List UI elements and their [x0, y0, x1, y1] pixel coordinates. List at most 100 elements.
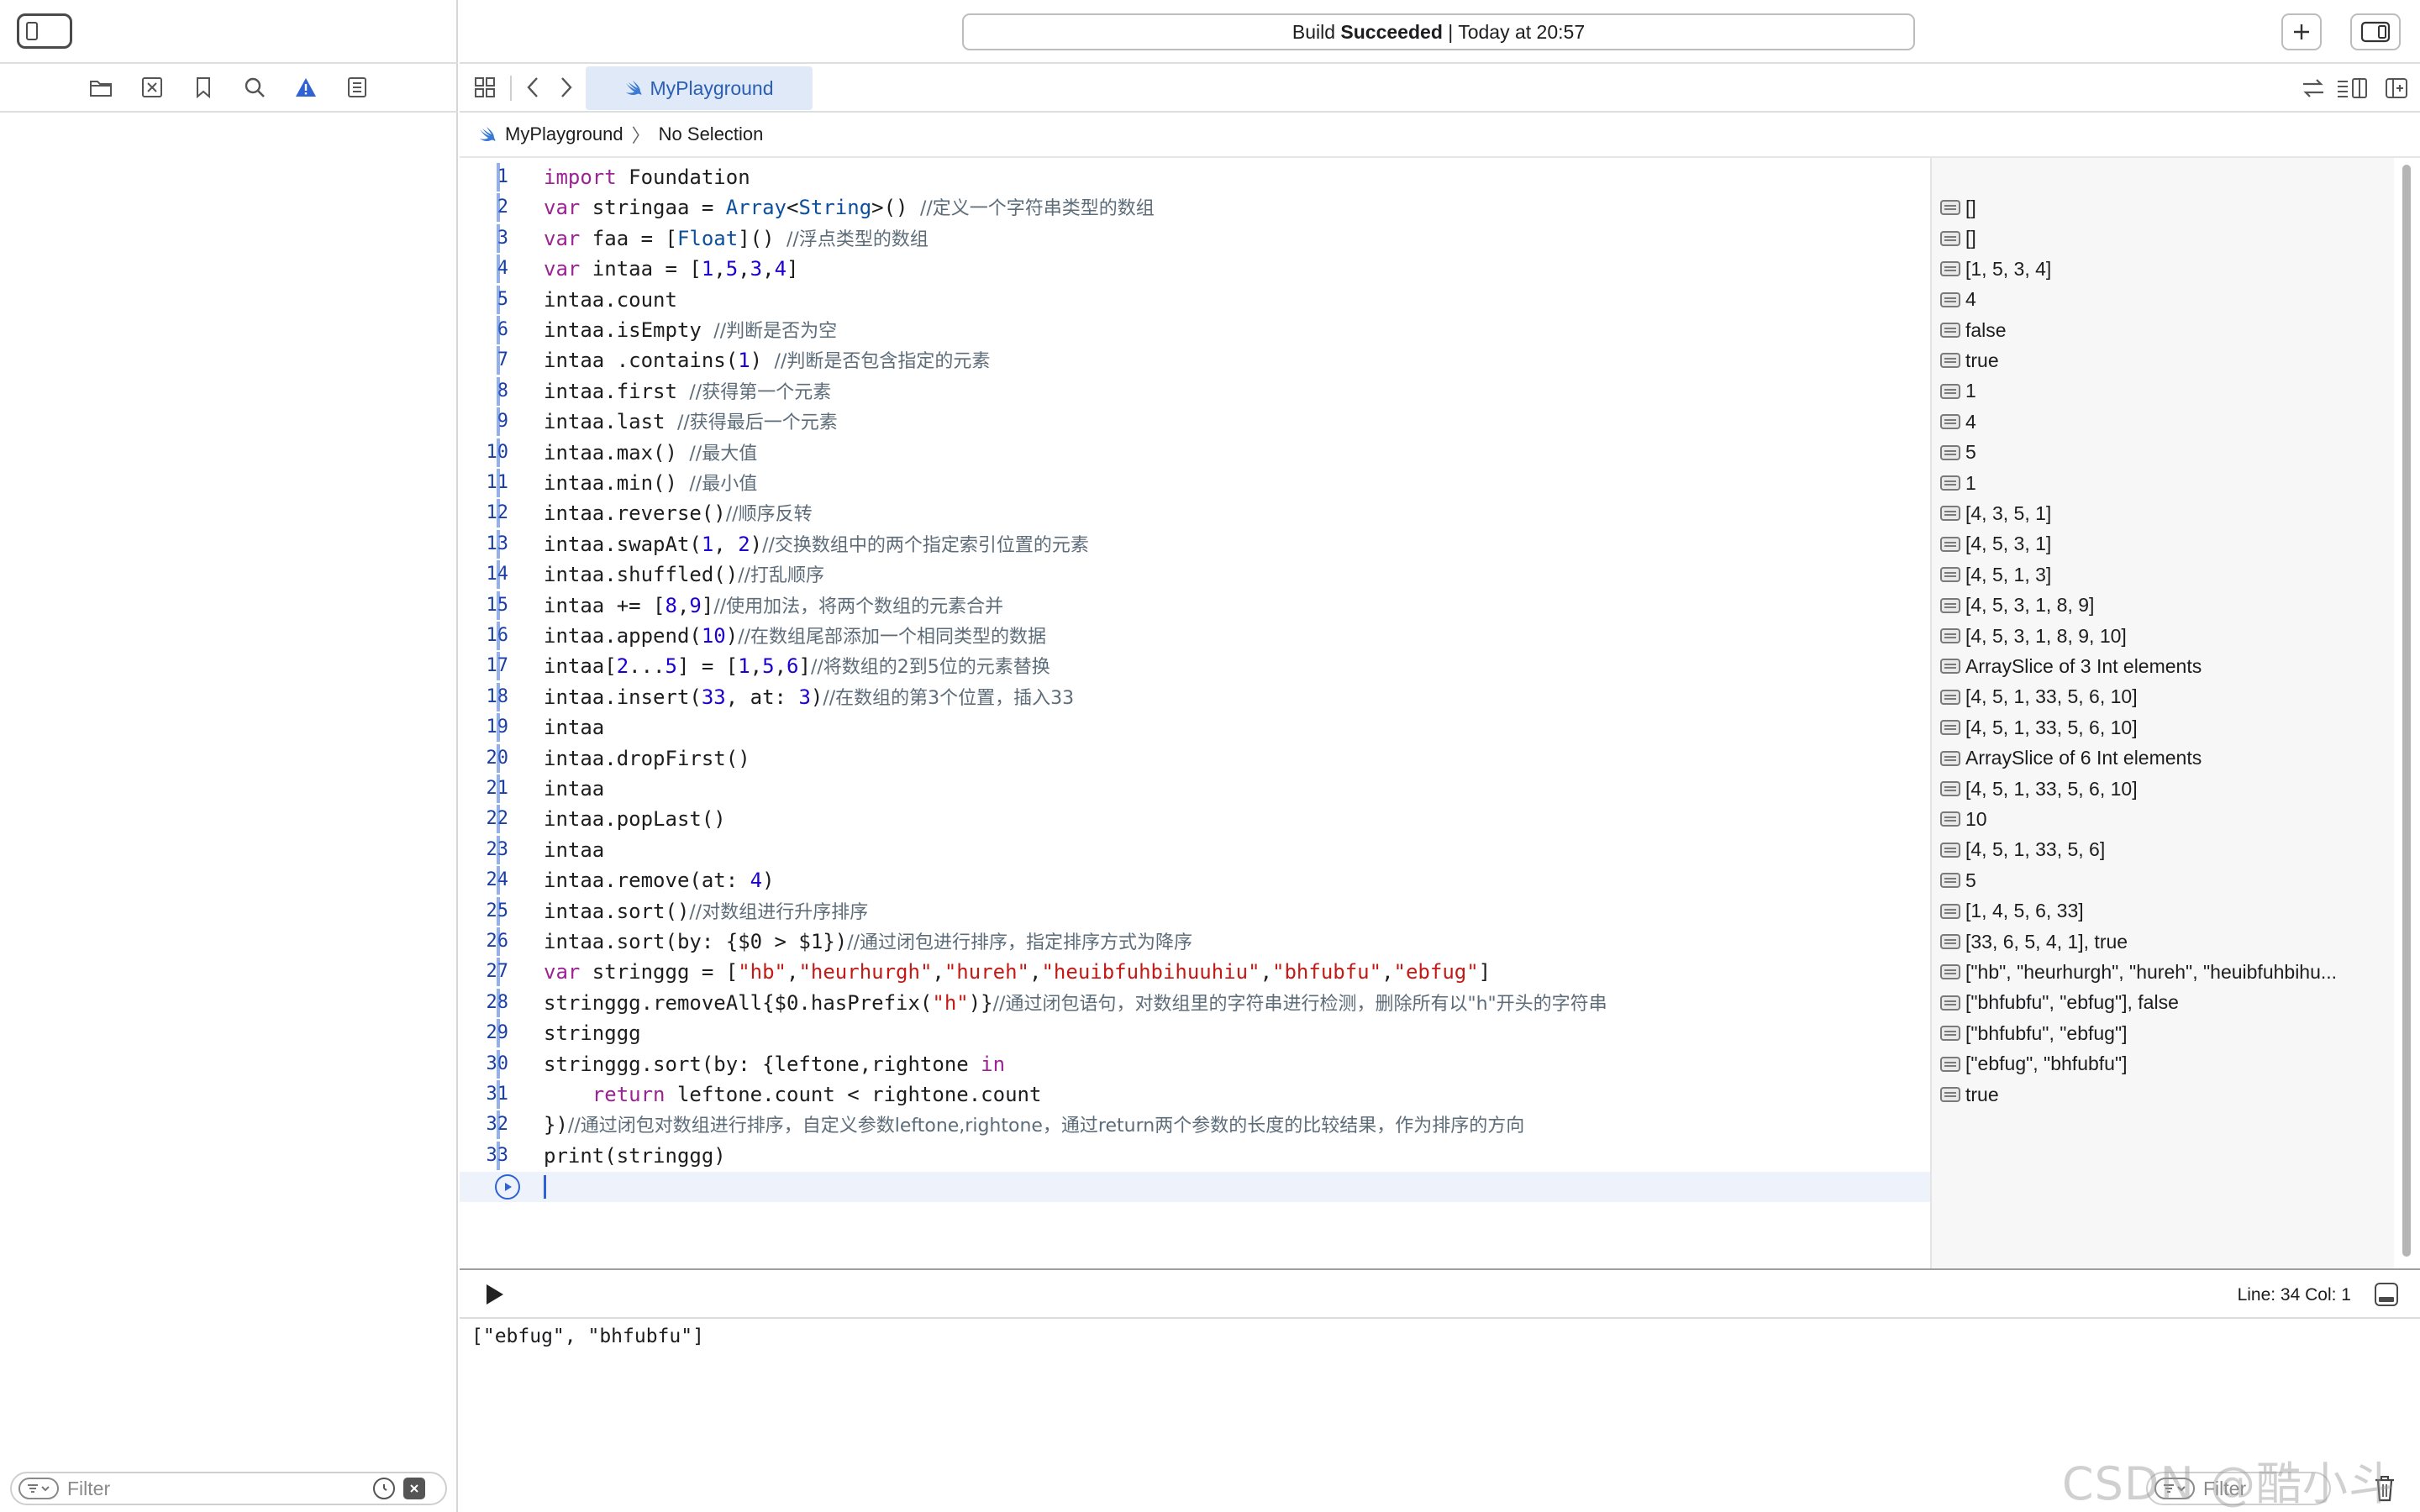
code-line[interactable]: 27 var stringgg = ["hb","heurhurgh","hure…: [460, 958, 1930, 987]
result-row[interactable]: ["hb", "heurhurgh", "hureh", "heuibfuhbi…: [1932, 958, 2396, 986]
quick-look-icon[interactable]: [1940, 291, 1960, 307]
quick-look-icon[interactable]: [1940, 842, 1960, 858]
result-row[interactable]: [4, 5, 1, 33, 5, 6, 10]: [1932, 683, 2396, 711]
code-editor[interactable]: 1 import Foundation 2 var stringaa = Array<…: [460, 158, 1930, 1268]
bookmark-icon[interactable]: [190, 74, 217, 101]
code-line[interactable]: 25 intaa.sort()//对数组进行升序排序: [460, 896, 1930, 926]
quick-look-icon[interactable]: [1940, 964, 1960, 980]
code-line[interactable]: 32})//通过闭包对数组进行排序，自定义参数leftone,rightone，…: [460, 1110, 1930, 1140]
result-row[interactable]: [4, 5, 1, 3]: [1932, 560, 2396, 589]
result-row[interactable]: ArraySlice of 3 Int elements: [1932, 652, 2396, 680]
result-row[interactable]: [4, 5, 1, 33, 5, 6, 10]: [1932, 774, 2396, 803]
result-row[interactable]: 10: [1932, 805, 2396, 833]
result-row[interactable]: [4, 5, 3, 1, 8, 9]: [1932, 591, 2396, 620]
result-row[interactable]: 4: [1932, 407, 2396, 436]
code-line[interactable]: 10 intaa.max() //最大值: [460, 438, 1930, 467]
result-row[interactable]: [1, 4, 5, 6, 33]: [1932, 897, 2396, 926]
quick-look-icon[interactable]: [1940, 720, 1960, 736]
quick-look-icon[interactable]: [1940, 353, 1960, 369]
result-row[interactable]: [4, 5, 1, 33, 5, 6, 10]: [1932, 713, 2396, 742]
source-control-icon[interactable]: [139, 74, 166, 101]
code-line[interactable]: 29 stringgg: [460, 1019, 1930, 1048]
filter-options-icon[interactable]: [18, 1478, 59, 1499]
result-row[interactable]: 1: [1932, 469, 2396, 497]
quick-look-icon[interactable]: [1940, 781, 1960, 796]
code-line[interactable]: 5 intaa.count: [460, 285, 1930, 314]
code-line[interactable]: 33 print(stringgg): [460, 1141, 1930, 1170]
navigator-filter-input[interactable]: [67, 1477, 370, 1500]
code-line[interactable]: 28 stringgg.removeAll{$0.hasPrefix("h")}/…: [460, 988, 1930, 1017]
result-row[interactable]: 4: [1932, 286, 2396, 314]
quick-look-icon[interactable]: [1940, 1056, 1960, 1072]
code-line[interactable]: 13 intaa.swapAt(1, 2)//交换数组中的两个指定索引位置的元素: [460, 529, 1930, 559]
result-row[interactable]: []: [1932, 224, 2396, 253]
code-line[interactable]: 18 intaa.insert(33, at: 3)//在数组的第3个位置，插入3…: [460, 682, 1930, 711]
code-line[interactable]: 2 var stringaa = Array<String>() //定义一个字符…: [460, 193, 1930, 223]
quick-look-icon[interactable]: [1940, 506, 1960, 522]
toggle-console-button[interactable]: [2375, 1283, 2398, 1306]
recent-files-icon[interactable]: [373, 1478, 395, 1499]
tab-myplayground[interactable]: MyPlayground: [586, 66, 813, 110]
result-row[interactable]: [4, 5, 1, 33, 5, 6]: [1932, 836, 2396, 864]
code-line[interactable]: 31 return leftone.count < rightone.count: [460, 1080, 1930, 1109]
quick-look-icon[interactable]: [1940, 200, 1960, 216]
result-row[interactable]: ["ebfug", "bhfubfu"]: [1932, 1050, 2396, 1079]
quick-look-icon[interactable]: [1940, 750, 1960, 766]
issue-icon[interactable]: [292, 74, 319, 101]
find-icon[interactable]: [241, 74, 268, 101]
code-line[interactable]: 14 intaa.shuffled()//打乱顺序: [460, 560, 1930, 590]
result-row[interactable]: [4, 5, 3, 1, 8, 9, 10]: [1932, 622, 2396, 650]
result-row[interactable]: ["bhfubfu", "ebfug"]: [1932, 1019, 2396, 1047]
related-items-icon[interactable]: [473, 76, 497, 103]
navigator-filter[interactable]: [10, 1472, 447, 1505]
result-row[interactable]: [33, 6, 5, 4, 1], true: [1932, 927, 2396, 956]
result-row[interactable]: 1: [1932, 377, 2396, 406]
quick-look-icon[interactable]: [1940, 414, 1960, 430]
quick-look-icon[interactable]: [1940, 1087, 1960, 1102]
quick-look-icon[interactable]: [1940, 536, 1960, 552]
code-line[interactable]: 26 intaa.sort(by: {$0 > $1})//通过闭包进行排序，指定…: [460, 927, 1930, 956]
quick-look-icon[interactable]: [1940, 230, 1960, 246]
result-row[interactable]: true: [1932, 1080, 2396, 1109]
quick-look-icon[interactable]: [1940, 689, 1960, 705]
result-row[interactable]: [4, 5, 3, 1]: [1932, 530, 2396, 559]
source-control-filter-icon[interactable]: [403, 1478, 425, 1499]
inspector-toggle-button[interactable]: [2350, 13, 2401, 50]
quick-look-icon[interactable]: [1940, 903, 1960, 919]
adjust-editor-icon[interactable]: [2301, 77, 2326, 103]
quick-look-icon[interactable]: [1940, 475, 1960, 491]
quick-look-icon[interactable]: [1940, 873, 1960, 889]
code-line[interactable]: 30 stringgg.sort(by: {leftone,rightone in: [460, 1049, 1930, 1079]
run-line-button[interactable]: [495, 1174, 520, 1200]
result-row[interactable]: [1, 5, 3, 4]: [1932, 255, 2396, 283]
result-row[interactable]: []: [1932, 193, 2396, 222]
folder-icon[interactable]: [87, 74, 114, 101]
code-line[interactable]: 16 intaa.append(10)//在数组尾部添加一个相同类型的数据: [460, 622, 1930, 650]
code-line[interactable]: 6 intaa.isEmpty //判断是否为空: [460, 316, 1930, 344]
result-row[interactable]: ArraySlice of 6 Int elements: [1932, 744, 2396, 773]
code-line[interactable]: 1 import Foundation: [460, 163, 1930, 192]
code-line[interactable]: 17 intaa[2...5] = [1,5,6]//将数组的2到5位的元素替换: [460, 652, 1930, 681]
breadcrumb-selection[interactable]: No Selection: [659, 123, 764, 145]
activity-viewer[interactable]: Build Succeeded | Today at 20:57: [962, 13, 1915, 50]
result-row[interactable]: 5: [1932, 866, 2396, 895]
quick-look-icon[interactable]: [1940, 261, 1960, 277]
quick-look-icon[interactable]: [1940, 597, 1960, 613]
result-row[interactable]: ["bhfubfu", "ebfug"], false: [1932, 989, 2396, 1017]
code-line[interactable]: 3 var faa = [Float]() //浮点类型的数组: [460, 223, 1930, 253]
code-line[interactable]: 20 intaa.dropFirst(): [460, 743, 1930, 773]
result-row[interactable]: 5: [1932, 438, 2396, 467]
quick-look-icon[interactable]: [1940, 1026, 1960, 1042]
code-line[interactable]: 9 intaa.last //获得最后一个元素: [460, 407, 1930, 437]
result-row[interactable]: true: [1932, 346, 2396, 375]
editor-options-icon[interactable]: [2336, 77, 2368, 103]
scrollbar-thumb[interactable]: [2402, 165, 2411, 1257]
quick-look-icon[interactable]: [1940, 444, 1960, 460]
sidebar-toggle-button[interactable]: [17, 13, 72, 49]
add-editor-icon[interactable]: [2385, 77, 2408, 103]
code-line[interactable]: 19 intaa: [460, 713, 1930, 743]
go-back-icon[interactable]: [523, 76, 544, 103]
code-line[interactable]: 11 intaa.min() //最小值: [460, 469, 1930, 497]
code-line[interactable]: 23 intaa: [460, 835, 1930, 864]
code-line[interactable]: 8 intaa.first //获得第一个元素: [460, 376, 1930, 406]
